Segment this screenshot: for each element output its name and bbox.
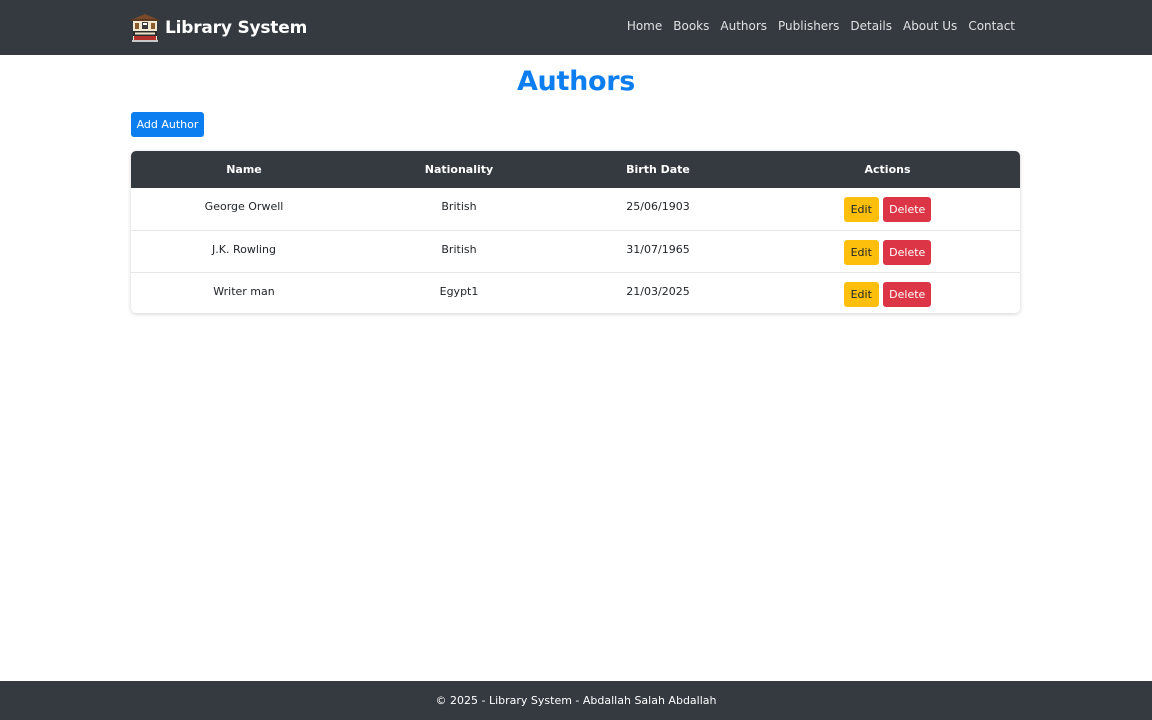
delete-button[interactable]: Delete [883,197,932,222]
header-nationality: Nationality [424,163,494,176]
author-name: J.K. Rowling [212,242,276,256]
author-nationality: British [441,200,477,213]
author-birth-date: 21/03/2025 [626,284,690,298]
nav-books[interactable]: Books [673,19,709,33]
table-row: Writer man Egypt1 21/03/2025 Edit Delete [131,272,1020,313]
author-birth-date: 31/07/1965 [626,242,690,256]
edit-button[interactable]: Edit [843,239,879,265]
delete-button[interactable]: Delete [883,239,932,265]
header-actions: Actions [864,163,911,176]
table-header-row: Name Nationality Birth Date Actions [131,151,1020,188]
add-author-button[interactable]: Add Author [131,112,204,137]
nav-details[interactable]: Details [850,19,892,33]
edit-button[interactable]: Edit [843,281,879,307]
author-name: Writer man [213,284,275,298]
authors-table: Name Nationality Birth Date Actions Geor… [131,151,1020,313]
table-body: George Orwell British 25/06/1903 Edit De… [131,188,1020,313]
author-nationality: British [441,242,477,256]
delete-button[interactable]: Delete [883,281,932,307]
author-nationality: Egypt1 [439,284,479,298]
row-actions: Edit Delete [755,230,1020,272]
nav-contact[interactable]: Contact [968,19,1015,33]
edit-button[interactable]: Edit [843,197,879,222]
table-row: J.K. Rowling British 31/07/1965 Edit Del… [131,230,1020,272]
row-actions: Edit Delete [755,272,1020,313]
row-actions: Edit Delete [755,188,1020,230]
table-row: George Orwell British 25/06/1903 Edit De… [131,188,1020,230]
nav-publishers[interactable]: Publishers [778,19,839,33]
nav-about-us[interactable]: About Us [903,19,957,33]
author-name: George Orwell [204,200,284,213]
header-birth-date: Birth Date [626,163,690,176]
brand-title: Library System [165,17,308,38]
table-header: Name Nationality Birth Date Actions [131,151,1020,188]
header-name: Name [226,163,262,176]
nav-authors[interactable]: Authors [720,19,767,33]
nav-links: Home Books Authors Publishers Details Ab… [627,19,1015,33]
page-title: Authors [516,66,636,97]
navbar: Library System Home Books Authors Publis… [0,0,1152,55]
footer: © 2025 - Library System - Abdallah Salah… [0,681,1152,720]
library-building-icon [131,13,159,42]
authors-table-container: Name Nationality Birth Date Actions Geor… [131,151,1020,313]
nav-home[interactable]: Home [627,19,662,33]
footer-text: © 2025 - Library System - Abdallah Salah… [435,694,717,707]
brand-link[interactable]: Library System [131,12,307,43]
author-birth-date: 25/06/1903 [626,200,690,213]
